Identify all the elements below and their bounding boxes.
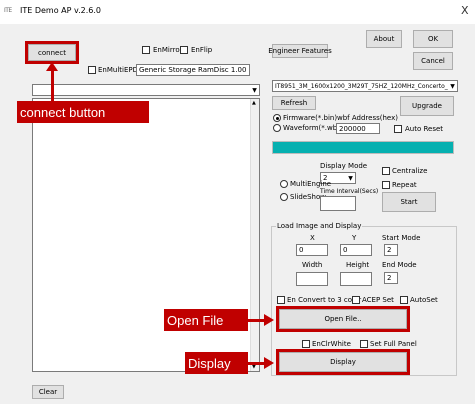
time-interval-label: Time Interval(Secs) <box>320 188 379 195</box>
firmware-radio-label: Firmware(*.bin) <box>283 114 338 122</box>
en-flip-label: EnFlip <box>191 46 213 54</box>
refresh-button[interactable]: Refresh <box>272 96 316 110</box>
chevron-down-icon[interactable]: ▼ <box>346 173 355 183</box>
auto-set-label: AutoSet <box>410 296 438 304</box>
window-title: ITE Demo AP v.2.6.0 <box>20 6 102 15</box>
open-file-button[interactable]: Open File.. <box>279 309 407 329</box>
set-full-panel-checkbox[interactable] <box>360 340 368 348</box>
display-button[interactable]: Display <box>279 352 407 372</box>
close-icon[interactable]: X <box>461 4 469 17</box>
en-clr-white-checkbox[interactable] <box>302 340 310 348</box>
centralize-checkbox[interactable] <box>382 167 390 175</box>
upgrade-button[interactable]: Upgrade <box>400 96 454 116</box>
x-field[interactable]: 0 <box>296 244 328 256</box>
en-convert-label: En Convert to 3 color <box>287 296 362 304</box>
acep-set-label: ACEP Set <box>362 296 394 304</box>
start-button[interactable]: Start <box>382 192 436 212</box>
engineer-features-button[interactable]: Engineer Features <box>268 44 332 58</box>
scroll-up-icon[interactable]: ▲ <box>252 100 256 106</box>
log-scrollbar[interactable]: ▲ ▼ <box>250 99 259 371</box>
cancel-button[interactable]: Cancel <box>413 52 453 70</box>
clear-button[interactable]: Clear <box>32 385 64 399</box>
ok-button[interactable]: OK <box>413 30 453 48</box>
load-image-group-title: Load Image and Display <box>276 222 363 230</box>
en-mirror-checkbox[interactable] <box>142 46 150 54</box>
waveform-radio[interactable] <box>273 124 281 132</box>
en-flip-checkbox[interactable] <box>180 46 188 54</box>
set-full-panel-label: Set Full Panel <box>370 340 417 348</box>
time-interval-field[interactable] <box>320 196 356 211</box>
start-mode-label: Start Mode <box>382 234 421 242</box>
connect-button-callout: connect button <box>17 101 149 123</box>
height-label: Height <box>346 261 370 269</box>
connect-arrow-shaft <box>51 70 54 102</box>
width-field[interactable] <box>296 272 328 286</box>
repeat-label: Repeat <box>392 181 417 189</box>
height-field[interactable] <box>340 272 372 286</box>
en-mirror-label: EnMirror <box>153 46 183 54</box>
wbf-address-field[interactable]: 200000 <box>336 123 380 134</box>
progress-fill <box>273 142 453 153</box>
start-mode-field[interactable]: 2 <box>384 244 398 256</box>
firmware-file-value: IT8951_3M_1600x1200_3M29T_75HZ_120MHz_Co… <box>275 82 452 90</box>
en-convert-checkbox[interactable] <box>277 296 285 304</box>
multi-engine-label: MultiEngine <box>290 180 332 188</box>
auto-reset-checkbox[interactable] <box>394 125 402 133</box>
en-clr-white-label: EnClrWhite <box>312 340 351 348</box>
end-mode-field[interactable]: 2 <box>384 272 398 284</box>
open-file-callout: Open File <box>164 309 248 331</box>
width-label: Width <box>302 261 323 269</box>
arrow-right-icon <box>264 357 274 369</box>
device-dropdown[interactable]: ▼ <box>32 84 260 96</box>
firmware-file-dropdown[interactable]: IT8951_3M_1600x1200_3M29T_75HZ_120MHz_Co… <box>272 80 458 92</box>
app-window: ITE ITE Demo AP v.2.6.0 X connect EnMirr… <box>0 0 475 404</box>
slide-show-radio[interactable] <box>280 193 288 201</box>
auto-reset-label: Auto Reset <box>405 125 444 133</box>
display-callout: Display <box>185 352 248 374</box>
acep-set-checkbox[interactable] <box>352 296 360 304</box>
repeat-checkbox[interactable] <box>382 181 390 189</box>
about-button[interactable]: About <box>366 30 402 48</box>
progress-bar <box>272 141 454 154</box>
en-multi-epd-label: EnMultiEPD <box>98 66 139 74</box>
end-mode-label: End Mode <box>382 261 417 269</box>
multi-engine-radio[interactable] <box>280 180 288 188</box>
chevron-down-icon[interactable]: ▼ <box>250 85 259 95</box>
device-name-field[interactable]: Generic Storage RamDisc 1.00 <box>136 64 250 76</box>
x-label: X <box>310 234 315 242</box>
chevron-down-icon[interactable]: ▼ <box>448 81 457 91</box>
en-multi-epd-checkbox[interactable] <box>88 66 96 74</box>
app-icon: ITE <box>4 7 12 14</box>
connect-button[interactable]: connect <box>28 44 76 61</box>
auto-set-checkbox[interactable] <box>400 296 408 304</box>
arrow-up-icon <box>46 62 58 71</box>
waveform-radio-label: Waveform(*.wbf) <box>283 124 343 132</box>
title-bar: ITE ITE Demo AP v.2.6.0 X <box>0 0 475 24</box>
centralize-label: Centralize <box>392 167 428 175</box>
firmware-radio[interactable] <box>273 114 281 122</box>
y-label: Y <box>352 234 357 242</box>
wbf-address-label: wbf Address(hex) <box>337 114 398 122</box>
y-field[interactable]: 0 <box>340 244 372 256</box>
display-mode-label: Display Mode <box>320 162 368 170</box>
arrow-right-icon <box>264 314 274 326</box>
